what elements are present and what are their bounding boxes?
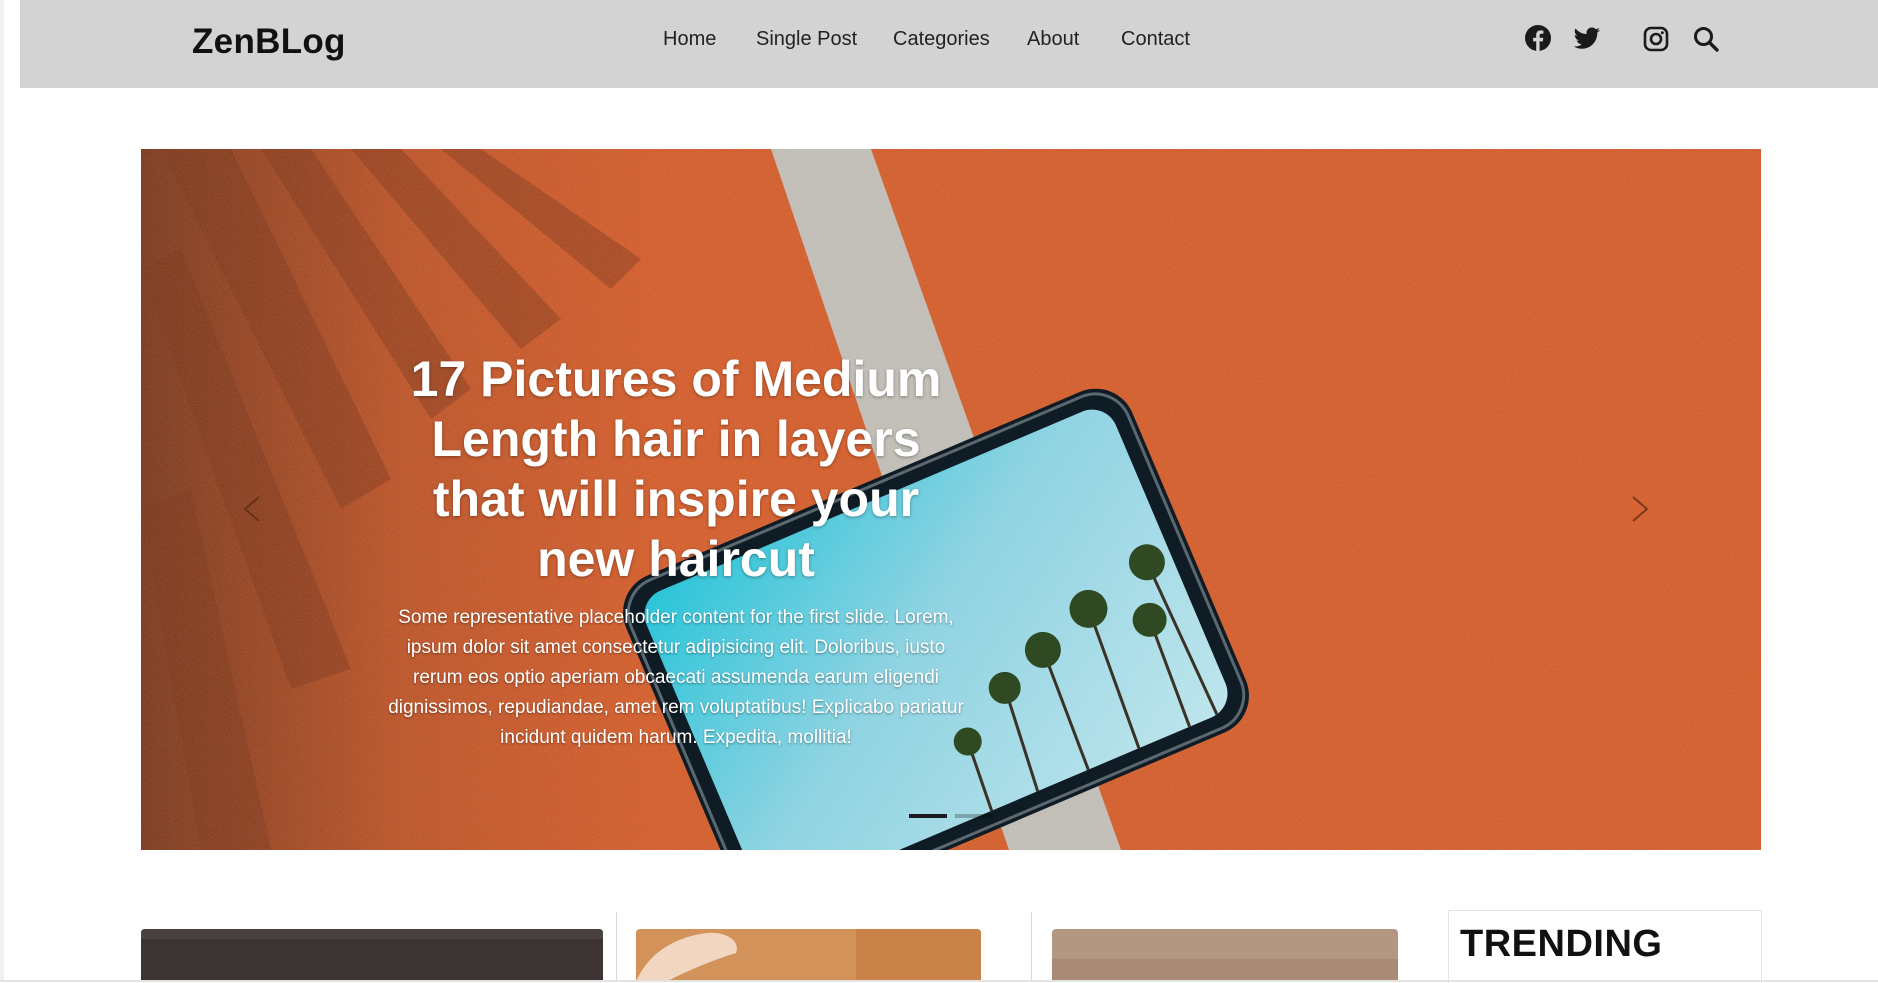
- site-logo[interactable]: ZenBLog: [192, 22, 346, 62]
- nav-about[interactable]: About: [1027, 28, 1079, 51]
- carousel-indicator[interactable]: [909, 814, 947, 818]
- column-divider: [1031, 912, 1032, 982]
- slide-text: Some representative placeholder content …: [388, 607, 964, 748]
- site-header: ZenBLog Home Single Post Categories Abou…: [20, 0, 1878, 88]
- post-card-image[interactable]: [141, 929, 603, 982]
- slide-caption: 17 Pictures of Medium Length hair in lay…: [381, 349, 971, 753]
- slide-title: 17 Pictures of Medium Length hair in lay…: [410, 351, 942, 587]
- nav-categories[interactable]: Categories: [893, 28, 990, 51]
- chevron-right-icon: [1632, 496, 1649, 522]
- carousel-indicator[interactable]: [955, 814, 993, 818]
- chevron-left-icon: [243, 496, 260, 522]
- instagram-icon[interactable]: [1643, 26, 1669, 52]
- nav-home[interactable]: Home: [663, 28, 716, 51]
- trending-widget: TRENDING: [1448, 910, 1762, 983]
- post-card-image[interactable]: [636, 929, 981, 982]
- column-divider: [616, 912, 617, 982]
- facebook-icon[interactable]: [1524, 24, 1552, 52]
- nav-single-post[interactable]: Single Post: [756, 28, 857, 51]
- search-icon[interactable]: [1693, 26, 1719, 52]
- carousel-next-button[interactable]: [1611, 479, 1671, 539]
- window-left-edge: [0, 0, 4, 982]
- post-card-image[interactable]: [1052, 929, 1398, 982]
- twitter-icon[interactable]: [1573, 27, 1601, 51]
- trending-heading: TRENDING: [1460, 923, 1663, 965]
- hero-carousel: 17 Pictures of Medium Length hair in lay…: [141, 149, 1761, 850]
- carousel-prev-button[interactable]: [221, 479, 281, 539]
- nav-contact[interactable]: Contact: [1121, 28, 1190, 51]
